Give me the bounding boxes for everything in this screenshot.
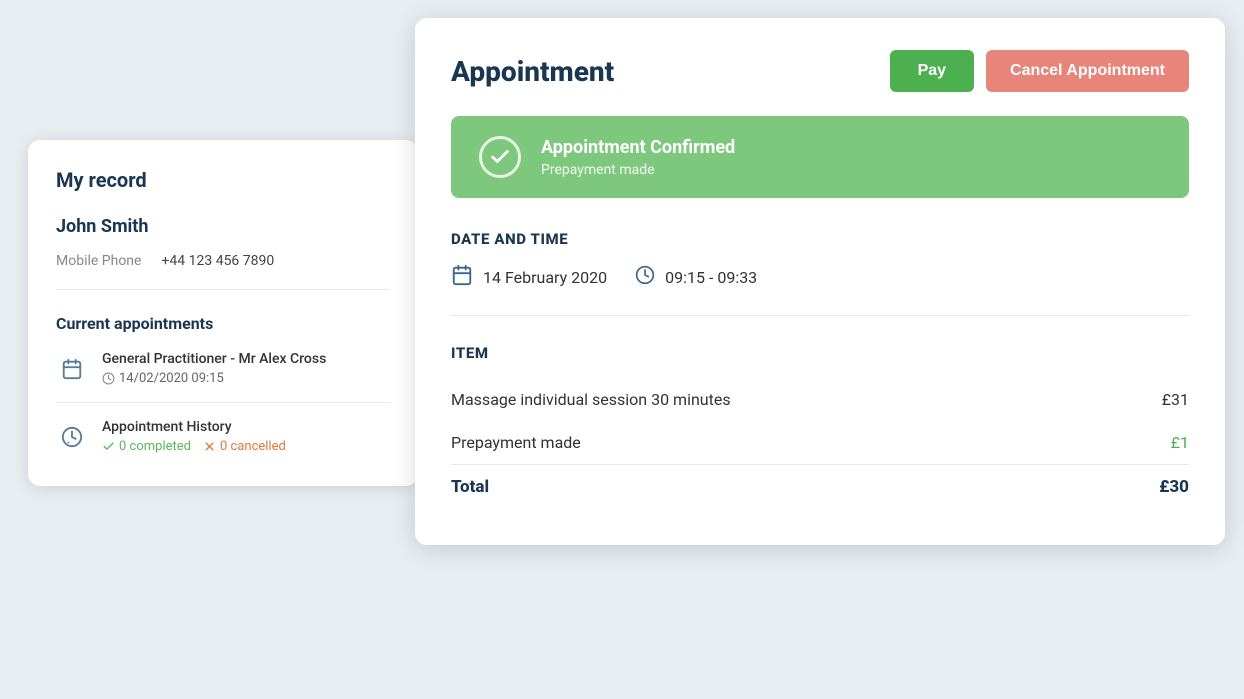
completed-count: 0 completed: [102, 439, 191, 454]
appointment-datetime: 14/02/2020 09:15: [102, 371, 326, 386]
modal-header: Appointment Pay Cancel Appointment: [451, 50, 1189, 92]
date-display: 14 February 2020: [451, 264, 607, 291]
contact-label: Mobile Phone: [56, 253, 141, 269]
item-row-prepayment: Prepayment made £1: [451, 421, 1189, 464]
confirmed-text: Appointment Confirmed Prepayment made: [541, 137, 735, 178]
checkmark-circle: [479, 136, 521, 178]
contact-value: +44 123 456 7890: [161, 253, 274, 269]
prepayment-price: £1: [1171, 433, 1189, 452]
date-section-label: DATE AND TIME: [451, 230, 1189, 248]
calendar-icon: [56, 353, 88, 385]
prepayment-label: Prepayment made: [451, 433, 581, 452]
time-display: 09:15 - 09:33: [635, 265, 757, 290]
my-record-title: My record: [56, 168, 390, 192]
total-label: Total: [451, 477, 489, 497]
clock-icon: [635, 265, 655, 290]
pay-button[interactable]: Pay: [890, 50, 974, 92]
item-row-massage: Massage individual session 30 minutes £3…: [451, 378, 1189, 421]
confirmed-subtitle: Prepayment made: [541, 162, 735, 178]
cancel-appointment-button[interactable]: Cancel Appointment: [986, 50, 1189, 92]
calendar-icon: [451, 264, 473, 291]
item-section-label: ITEM: [451, 344, 1189, 362]
cancelled-count: 0 cancelled: [203, 439, 286, 454]
item-section: ITEM Massage individual session 30 minut…: [451, 344, 1189, 509]
appointment-modal: Appointment Pay Cancel Appointment Appoi…: [415, 18, 1225, 545]
confirmed-banner: Appointment Confirmed Prepayment made: [451, 116, 1189, 198]
appointment-name: General Practitioner - Mr Alex Cross: [102, 351, 326, 367]
total-price: £30: [1159, 477, 1189, 497]
history-item[interactable]: Appointment History 0 completed 0 cancel…: [56, 419, 390, 454]
appointment-item[interactable]: General Practitioner - Mr Alex Cross 14/…: [56, 351, 390, 403]
confirmed-title: Appointment Confirmed: [541, 137, 735, 158]
datetime-row: 14 February 2020 09:15 - 09:33: [451, 264, 1189, 316]
patient-name: John Smith: [56, 216, 390, 237]
left-panel: My record John Smith Mobile Phone +44 12…: [28, 140, 418, 486]
contact-row: Mobile Phone +44 123 456 7890: [56, 253, 390, 290]
history-details: Appointment History 0 completed 0 cancel…: [102, 419, 286, 454]
date-value: 14 February 2020: [483, 268, 607, 287]
modal-title: Appointment: [451, 55, 614, 88]
item-name: Massage individual session 30 minutes: [451, 390, 731, 409]
item-row-total: Total £30: [451, 465, 1189, 509]
history-icon: [56, 421, 88, 453]
appointment-details: General Practitioner - Mr Alex Cross 14/…: [102, 351, 326, 386]
history-title: Appointment History: [102, 419, 286, 435]
time-value: 09:15 - 09:33: [665, 268, 757, 287]
header-buttons: Pay Cancel Appointment: [890, 50, 1189, 92]
current-appointments-label: Current appointments: [56, 314, 390, 333]
history-counts: 0 completed 0 cancelled: [102, 439, 286, 454]
item-price: £31: [1162, 390, 1189, 409]
